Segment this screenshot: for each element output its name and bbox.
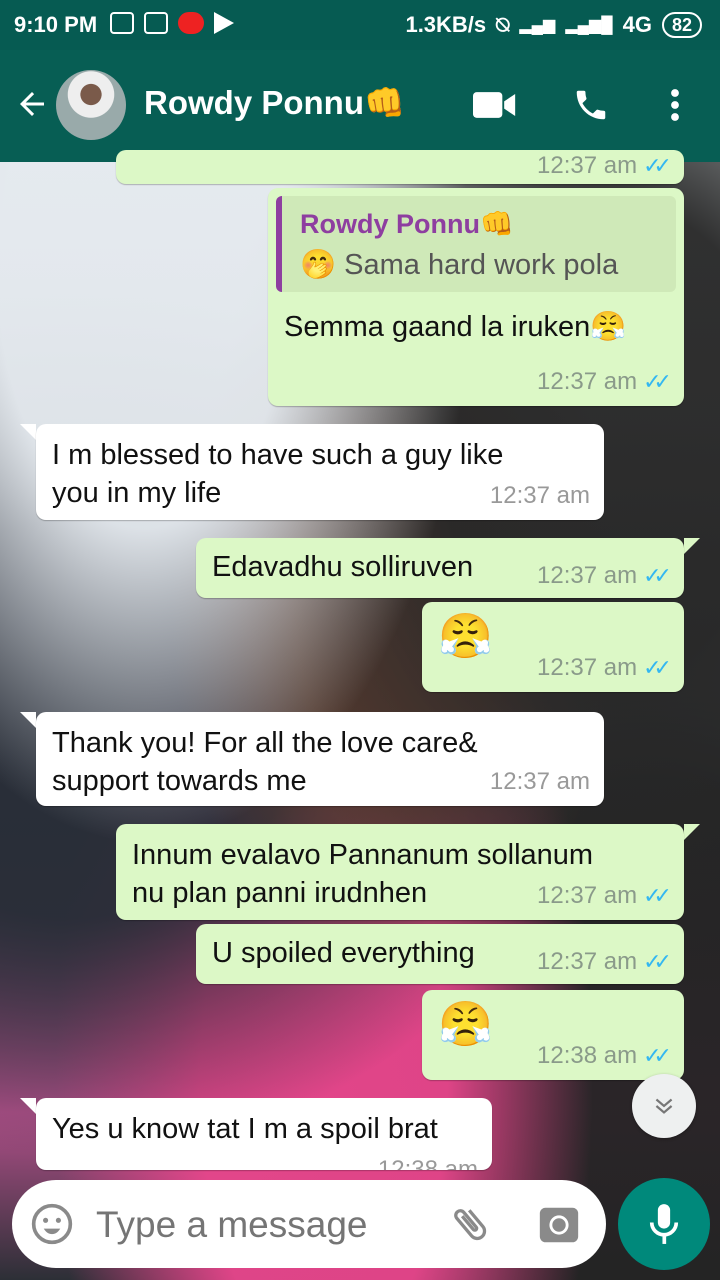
- message-text: Innum evalavo Pannanum sollanum nu plan …: [132, 839, 594, 909]
- camera-icon[interactable]: [536, 1202, 582, 1248]
- paperclip-icon[interactable]: [448, 1202, 492, 1246]
- message-time: 12:37 am: [537, 948, 638, 975]
- message-meta: 12:38 am: [378, 1156, 478, 1170]
- alarm-off-icon: ⍉: [496, 12, 510, 37]
- gmail-icon: [144, 12, 168, 34]
- emoji-icon[interactable]: [30, 1202, 74, 1246]
- message-text: Semma gaand la iruken😤: [284, 311, 627, 343]
- message-time: 12:37 am: [537, 368, 638, 395]
- play-store-icon: [214, 12, 234, 34]
- network-speed: 1.3KB/s: [405, 12, 487, 37]
- message-outgoing[interactable]: Innum evalavo Pannanum sollanum nu plan …: [116, 824, 684, 920]
- message-meta: 12:37 am ✓✓: [537, 562, 672, 590]
- avatar[interactable]: [56, 70, 126, 140]
- message-incoming[interactable]: I m blessed to have such a guy like you …: [36, 424, 604, 520]
- message-time: 12:37 am: [489, 482, 590, 509]
- bubble-tail: [20, 1098, 36, 1114]
- message-outgoing[interactable]: 😤 12:38 am ✓✓: [422, 990, 684, 1080]
- read-ticks-icon: ✓✓: [643, 563, 672, 588]
- quoted-text: 🤭 Sama hard work pola: [300, 249, 619, 281]
- mic-icon: [649, 1204, 679, 1244]
- signal-icon: ▂▄▆: [519, 17, 556, 34]
- double-chevron-down-icon: [655, 1098, 673, 1114]
- message-meta: 12:37 am ✓✓: [537, 152, 672, 180]
- phone-icon[interactable]: [566, 80, 616, 130]
- notification-icons: [110, 12, 234, 34]
- read-ticks-icon: ✓✓: [643, 1043, 672, 1068]
- status-right: 1.3KB/s ⍉ ▂▄▆ ▂▄▆█ 4G 82: [405, 12, 702, 38]
- message-meta: 12:37 am ✓✓: [537, 882, 672, 910]
- status-time: 9:10 PM: [14, 12, 98, 37]
- battery-level: 82: [661, 12, 702, 38]
- message-outgoing[interactable]: Rowdy Ponnu👊 🤭 Sama hard work pola Semma…: [268, 188, 684, 406]
- message-outgoing[interactable]: Edavadhu solliruven 12:37 am ✓✓: [196, 538, 684, 598]
- read-ticks-icon: ✓✓: [643, 369, 672, 394]
- message-meta: 12:37 am: [490, 482, 590, 510]
- quoted-sender: Rowdy Ponnu👊: [300, 209, 514, 239]
- bubble-tail: [20, 712, 36, 728]
- message-time: 12:37 am: [537, 654, 638, 681]
- message-outgoing[interactable]: 12:37 am ✓✓: [116, 150, 684, 184]
- gmail-icon: [110, 12, 134, 34]
- message-text: Thank you! For all the love care& suppor…: [52, 727, 478, 797]
- arrow-back-icon[interactable]: [14, 86, 50, 129]
- message-outgoing[interactable]: U spoiled everything 12:37 am ✓✓: [196, 924, 684, 984]
- message-time: 12:38 am: [377, 1156, 478, 1170]
- message-text: Yes u know tat I m a spoil brat: [52, 1113, 438, 1145]
- signal-icon: ▂▄▆█: [565, 17, 613, 34]
- read-ticks-icon: ✓✓: [643, 655, 672, 680]
- mic-button[interactable]: [618, 1178, 710, 1270]
- message-time: 12:37 am: [537, 152, 638, 179]
- message-meta: 12:38 am ✓✓: [537, 1042, 672, 1070]
- scroll-down-button[interactable]: [632, 1074, 696, 1138]
- message-time: 12:37 am: [537, 882, 638, 909]
- message-incoming[interactable]: Thank you! For all the love care& suppor…: [36, 712, 604, 806]
- message-text: U spoiled everything: [212, 937, 475, 969]
- network-type: 4G: [622, 12, 652, 37]
- videocam-icon[interactable]: [470, 80, 520, 130]
- message-input[interactable]: [96, 1204, 426, 1246]
- read-ticks-icon: ✓✓: [643, 883, 672, 908]
- quoted-message[interactable]: Rowdy Ponnu👊 🤭 Sama hard work pola: [276, 196, 676, 292]
- contact-name[interactable]: Rowdy Ponnu👊: [144, 84, 405, 123]
- message-text: 😤: [438, 1000, 493, 1049]
- message-outgoing[interactable]: 😤 12:37 am ✓✓: [422, 602, 684, 692]
- read-ticks-icon: ✓✓: [643, 153, 672, 178]
- message-composer: [12, 1180, 606, 1268]
- message-meta: 12:37 am ✓✓: [537, 948, 672, 976]
- message-time: 12:37 am: [489, 768, 590, 795]
- status-bar: 9:10 PM 1.3KB/s ⍉ ▂▄▆ ▂▄▆█ 4G 82: [0, 0, 720, 50]
- bubble-tail: [684, 538, 700, 554]
- message-incoming[interactable]: Yes u know tat I m a spoil brat 12:38 am: [36, 1098, 492, 1170]
- more-vert-icon[interactable]: [650, 80, 700, 130]
- message-time: 12:38 am: [537, 1042, 638, 1069]
- youtube-icon: [178, 12, 204, 34]
- message-meta: 12:37 am: [490, 768, 590, 796]
- message-text: Edavadhu solliruven: [212, 551, 474, 583]
- message-text: 😤: [438, 612, 493, 661]
- message-meta: 12:37 am ✓✓: [537, 654, 672, 682]
- message-time: 12:37 am: [537, 562, 638, 589]
- bubble-tail: [684, 824, 700, 840]
- message-meta: 12:37 am ✓✓: [537, 368, 672, 396]
- read-ticks-icon: ✓✓: [643, 949, 672, 974]
- chat-header: Rowdy Ponnu👊: [0, 50, 720, 162]
- message-text: I m blessed to have such a guy like you …: [52, 439, 504, 509]
- bubble-tail: [20, 424, 36, 440]
